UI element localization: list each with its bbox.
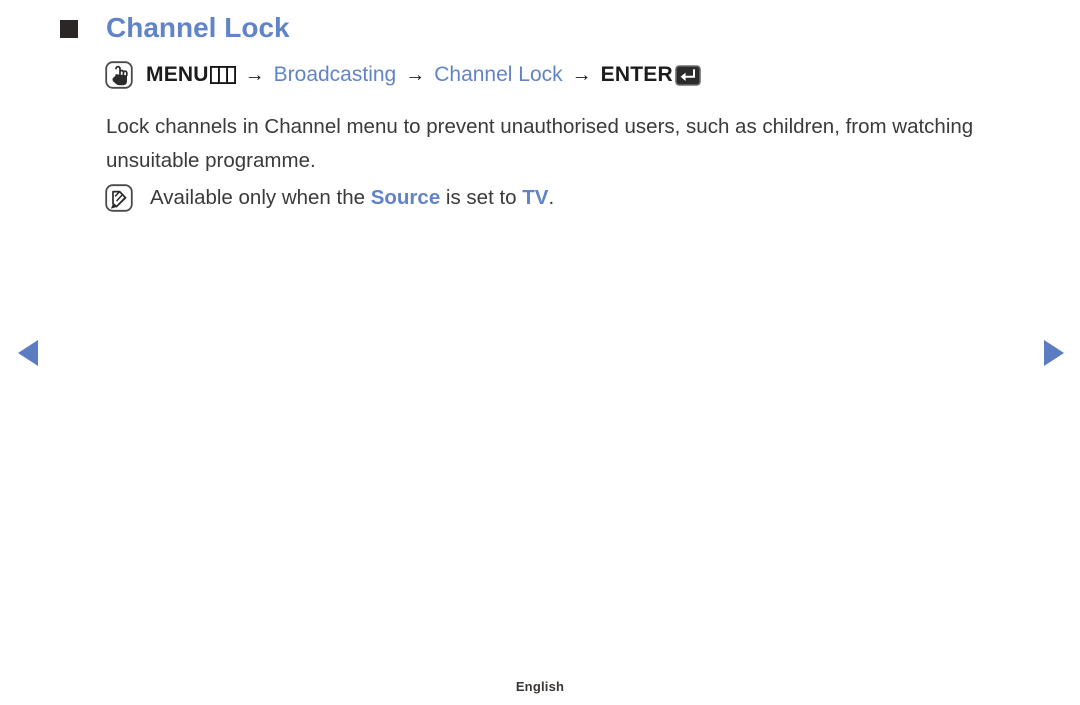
page-title-row: Channel Lock bbox=[60, 14, 290, 42]
note-text-middle: is set to bbox=[440, 186, 523, 209]
note-highlight-tv: TV bbox=[522, 186, 549, 209]
breadcrumb-item-channel-lock[interactable]: Channel Lock bbox=[434, 63, 562, 87]
note-text-before: Available only when the bbox=[150, 186, 371, 209]
breadcrumb-separator-1: → bbox=[244, 63, 265, 86]
triangle-right-icon bbox=[1044, 340, 1064, 366]
hand-press-button-icon bbox=[104, 60, 134, 90]
note-row: Available only when the Source is set to… bbox=[104, 184, 554, 213]
enter-label: ENTER bbox=[600, 63, 673, 86]
footer-language-label: English bbox=[515, 679, 565, 694]
breadcrumb: MENU → Broadcasting → Channel Lock → ENT… bbox=[104, 60, 701, 90]
menu-grid-icon bbox=[209, 65, 236, 85]
breadcrumb-separator-2: → bbox=[405, 63, 426, 86]
filled-square-bullet-icon bbox=[60, 20, 78, 38]
triangle-left-icon bbox=[18, 340, 38, 366]
note-text: Available only when the Source is set to… bbox=[150, 184, 554, 212]
note-pencil-icon bbox=[104, 183, 134, 213]
prev-page-button[interactable] bbox=[16, 339, 42, 367]
next-page-button[interactable] bbox=[1040, 339, 1066, 367]
breadcrumb-separator-3: → bbox=[571, 63, 592, 86]
menu-label: MENU bbox=[146, 63, 209, 86]
enter-return-arrow-icon bbox=[675, 64, 701, 86]
note-text-after: . bbox=[548, 186, 555, 209]
body-paragraph: Lock channels in Channel menu to prevent… bbox=[106, 115, 974, 172]
note-highlight-source: Source bbox=[370, 186, 441, 209]
page-title: Channel Lock bbox=[106, 12, 290, 43]
breadcrumb-item-broadcasting[interactable]: Broadcasting bbox=[274, 63, 397, 87]
